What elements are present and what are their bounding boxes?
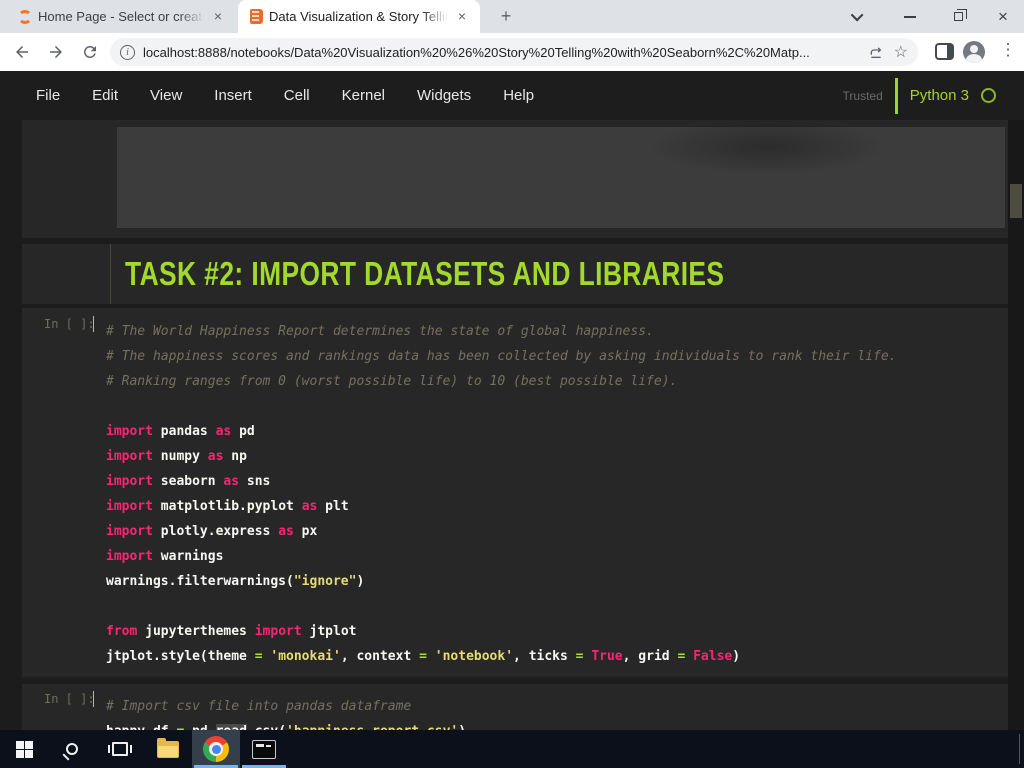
jupyter-logo-icon [18,9,32,24]
tab-notebook[interactable]: Data Visualization & Story Telling × [238,0,480,33]
kernel-name[interactable]: Python 3 [910,87,969,104]
notebook-scrollbar[interactable] [1008,120,1024,730]
task-view-icon [108,742,132,756]
kernel-status-icon [981,88,996,103]
cell-markdown-task2[interactable]: TASK #2: IMPORT DATASETS AND LIBRARIES [22,244,1008,304]
bookmark-star-icon[interactable]: ☆ [894,42,908,62]
menu-file[interactable]: File [36,87,60,104]
browser-menu-icon[interactable]: ⋮ [998,40,1018,60]
windows-logo-icon [15,740,33,758]
text-cursor [93,691,94,707]
profile-avatar[interactable] [963,41,985,63]
terminal-icon [252,739,276,759]
address-bar[interactable]: i localhost:8888/notebooks/Data%20Visual… [110,38,918,66]
code-editor[interactable]: # The World Happiness Report determines … [106,319,1002,669]
site-info-icon[interactable]: i [120,44,135,60]
tab-search-chevron-icon[interactable] [835,0,881,33]
tab-title: Data Visualization & Story Telling [269,9,448,24]
notebook-favicon-icon [250,9,263,24]
menu-insert[interactable]: Insert [214,87,252,104]
scrollbar-thumb[interactable] [1010,184,1022,218]
input-prompt: In [ ]: [44,317,95,331]
new-tab-button[interactable]: + [494,5,518,29]
close-tab-icon[interactable]: × [210,8,226,25]
text-cursor [93,316,94,332]
window-close-button[interactable]: × [980,0,1024,33]
menu-view[interactable]: View [150,87,182,104]
window-restore-button[interactable] [935,0,981,33]
menu-help[interactable]: Help [503,87,534,104]
cell-output-partial[interactable] [22,120,1008,238]
command-prompt-button[interactable] [240,730,288,768]
start-button[interactable] [0,730,48,768]
tab-title: Home Page - Select or create a n [38,9,204,24]
share-icon[interactable] [868,44,884,60]
show-desktop-divider [1019,734,1020,764]
browser-tab-strip: Home Page - Select or create a n × Data … [0,0,1024,33]
menu-cell[interactable]: Cell [284,87,310,104]
jupyter-menubar: File Edit View Insert Cell Kernel Widget… [0,71,1024,120]
input-prompt: In [ ]: [44,692,95,706]
output-image-placeholder [117,120,1005,228]
taskbar-search-button[interactable] [48,730,96,768]
menu-kernel[interactable]: Kernel [342,87,385,104]
chrome-icon [203,736,229,762]
back-button[interactable] [10,40,34,64]
kernel-divider [894,77,898,114]
folder-icon [157,737,179,758]
forward-button[interactable] [44,40,68,64]
cell-input-divider [110,244,111,304]
notebook-area[interactable]: TASK #2: IMPORT DATASETS AND LIBRARIES I… [0,120,1024,730]
cell-code-imports[interactable]: In [ ]: # The World Happiness Report det… [22,308,1008,677]
url-text[interactable]: localhost:8888/notebooks/Data%20Visualiz… [143,45,858,60]
window-minimize-button[interactable] [887,0,933,33]
trusted-badge: Trusted [842,88,883,103]
search-icon [66,743,78,755]
menu-widgets[interactable]: Widgets [417,87,471,104]
task2-heading: TASK #2: IMPORT DATASETS AND LIBRARIES [125,255,725,292]
side-panel-icon[interactable] [935,43,954,60]
chrome-taskbar-button[interactable] [192,730,240,768]
browser-toolbar: i localhost:8888/notebooks/Data%20Visual… [0,33,1024,71]
file-explorer-button[interactable] [144,730,192,768]
menu-edit[interactable]: Edit [92,87,118,104]
cell-code-csv[interactable]: In [ ]: # Import csv file into pandas da… [22,684,1008,730]
code-editor[interactable]: # Import csv file into pandas dataframeh… [106,694,1002,730]
tab-home-page[interactable]: Home Page - Select or create a n × [6,0,236,33]
close-tab-icon[interactable]: × [454,8,470,25]
reload-button[interactable] [78,40,102,64]
windows-taskbar [0,730,1024,768]
task-view-button[interactable] [96,730,144,768]
